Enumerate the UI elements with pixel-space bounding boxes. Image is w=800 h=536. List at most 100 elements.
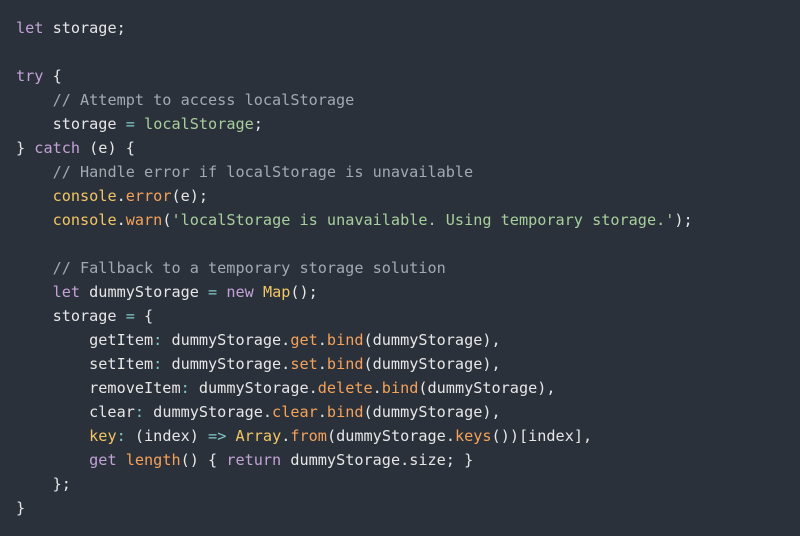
code-line: setItem: dummyStorage.set.bind(dummyStor…: [16, 352, 784, 376]
code-token: :: [134, 403, 145, 421]
code-token: }: [16, 499, 26, 517]
code-line: }: [16, 496, 784, 520]
code-token: console: [52, 211, 117, 229]
code-token: ();: [290, 283, 318, 301]
code-token: storage: [16, 115, 126, 133]
code-line: key: (index) => Array.from(dummyStorage.…: [16, 424, 784, 448]
code-token: bind: [326, 355, 364, 373]
code-token: warn: [125, 211, 163, 229]
code-token: {: [43, 67, 62, 85]
code-token: (dummyStorage),: [363, 331, 501, 349]
code-line: get length() { return dummyStorage.size;…: [16, 448, 784, 472]
code-token: length: [125, 451, 181, 469]
code-line: console.error(e);: [16, 184, 784, 208]
code-token: :: [116, 427, 126, 445]
code-token: dummyStorage: [80, 283, 209, 301]
code-token: new: [226, 283, 254, 301]
code-line: } catch (e) {: [16, 136, 784, 160]
code-token: catch: [34, 139, 81, 157]
code-token: get: [290, 331, 318, 349]
code-token: bind: [326, 331, 364, 349]
code-token: }: [16, 139, 35, 157]
code-token: (dummyStorage),: [363, 355, 501, 373]
code-token: .: [317, 403, 327, 421]
code-token: (index): [125, 427, 209, 445]
code-line: };: [16, 472, 784, 496]
code-token: setItem: [16, 355, 154, 373]
code-token: dummyStorage.: [144, 403, 273, 421]
code-token: get: [89, 451, 117, 469]
code-token: dummyStorage.size; }: [281, 451, 474, 469]
code-token: Map: [262, 283, 291, 301]
code-token: bind: [326, 403, 364, 421]
code-token: from: [290, 427, 327, 445]
code-token: .: [317, 355, 327, 373]
code-line: // Handle error if localStorage is unava…: [16, 160, 784, 184]
code-token: removeItem: [16, 379, 181, 397]
code-token: ;: [253, 115, 263, 133]
code-token: );: [674, 211, 693, 229]
code-token: delete: [317, 379, 373, 397]
code-token: 'localStorage is unavailable. Using temp…: [171, 211, 675, 229]
code-token: =: [125, 307, 135, 325]
code-line: storage = localStorage;: [16, 112, 784, 136]
code-token: key: [89, 427, 117, 445]
code-token: .: [372, 379, 382, 397]
code-token: (dummyStorage),: [418, 379, 556, 397]
code-line: try {: [16, 64, 784, 88]
code-line: clear: dummyStorage.clear.bind(dummyStor…: [16, 400, 784, 424]
code-token: return: [226, 451, 282, 469]
code-token: set: [290, 355, 318, 373]
code-token: .: [116, 187, 126, 205]
code-token: // Handle error if localStorage is unava…: [52, 163, 474, 181]
code-token: Array: [235, 427, 282, 445]
code-token: getItem: [16, 331, 154, 349]
code-token: {: [134, 307, 154, 325]
code-block[interactable]: let storage; try { // Attempt to access l…: [16, 16, 784, 520]
code-token: :: [153, 331, 163, 349]
code-token: console: [52, 187, 117, 205]
code-token: };: [16, 475, 71, 493]
code-token: :: [153, 355, 163, 373]
code-token: keys: [454, 427, 492, 445]
code-token: dummyStorage.: [162, 331, 291, 349]
code-token: .: [281, 427, 291, 445]
code-token: dummyStorage.: [162, 355, 291, 373]
code-token: error: [125, 187, 172, 205]
code-token: =: [208, 283, 218, 301]
code-editor[interactable]: let storage; try { // Attempt to access l…: [0, 0, 800, 536]
code-line: getItem: dummyStorage.get.bind(dummyStor…: [16, 328, 784, 352]
code-token: :: [180, 379, 190, 397]
code-line: removeItem: dummyStorage.delete.bind(dum…: [16, 376, 784, 400]
code-token: =>: [208, 427, 227, 445]
code-line: let storage;: [16, 16, 784, 40]
code-token: try: [16, 67, 44, 85]
code-token: .: [116, 211, 126, 229]
code-token: () {: [180, 451, 227, 469]
code-token: clear: [272, 403, 318, 421]
code-token: // Fallback to a temporary storage solut…: [52, 259, 446, 277]
code-token: storage;: [43, 19, 126, 37]
code-line: console.warn('localStorage is unavailabl…: [16, 208, 784, 232]
code-line: // Fallback to a temporary storage solut…: [16, 256, 784, 280]
code-token: dummyStorage.: [189, 379, 318, 397]
code-token: (e) {: [80, 139, 135, 157]
code-line: let dummyStorage = new Map();: [16, 280, 784, 304]
code-token: // Attempt to access localStorage: [52, 91, 355, 109]
code-token: (e);: [171, 187, 209, 205]
code-token: bind: [381, 379, 419, 397]
code-token: let: [16, 19, 44, 37]
